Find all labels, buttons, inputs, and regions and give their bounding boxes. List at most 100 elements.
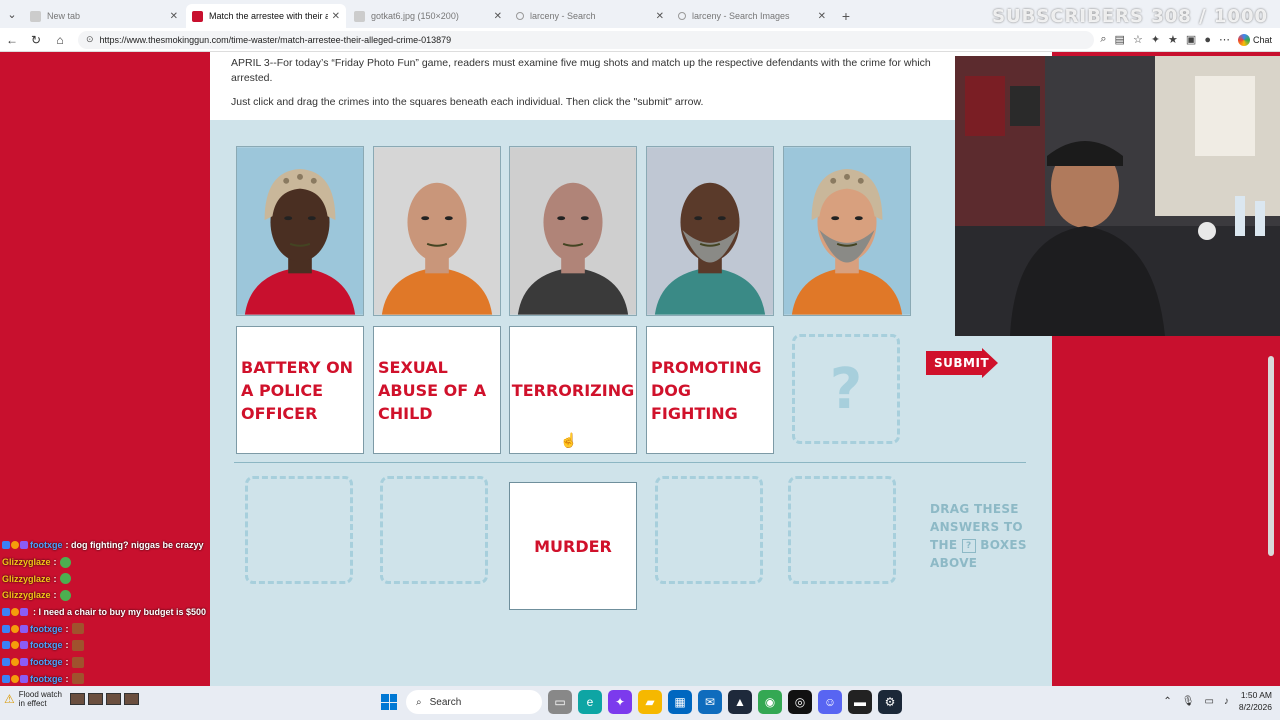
url-field[interactable]: ⊙ https://www.thesmokinggun.com/time-was…: [78, 30, 1095, 49]
search-icon: [678, 12, 686, 20]
tab-label: larceny - Search Images: [692, 11, 790, 21]
store-icon[interactable]: ▦: [668, 690, 692, 714]
site-info-icon[interactable]: ⊙: [86, 34, 94, 45]
chat-label: Chat: [1252, 34, 1272, 45]
reader-icon[interactable]: ▤: [1115, 33, 1125, 46]
collections-icon[interactable]: ▣: [1186, 33, 1196, 46]
chat-badges: [2, 674, 28, 683]
article-content: APRIL 3--For today’s “Friday Photo Fun” …: [210, 52, 1052, 686]
steam-icon[interactable]: ⚙: [878, 690, 902, 714]
chat-username: footxge: [30, 623, 63, 634]
chat-message: Glizzyglaze:: [2, 570, 208, 587]
hand-cursor-icon: ☝: [560, 432, 578, 448]
browser-tab-1[interactable]: New tab ✕: [24, 4, 184, 28]
mugshot-photo: [647, 147, 773, 315]
crime-card-dog-fighting[interactable]: PROMOTING DOG FIGHTING: [646, 326, 774, 454]
tab-label: Match the arrestee with their alleg: [209, 11, 328, 21]
green-emote-icon: [59, 589, 71, 601]
chat-text: : I need a chair to buy my budget is $50…: [33, 607, 207, 618]
chat-username: Glizzyglaze: [2, 573, 51, 584]
chat-badges: [2, 624, 28, 633]
submit-label: SUBMIT: [934, 356, 990, 370]
refresh-icon[interactable]: ↻: [24, 28, 48, 52]
clock-time: 1:50 AM: [1240, 690, 1272, 700]
weather-widget[interactable]: ⚠ Flood watch in effect: [4, 690, 139, 708]
pinned-thumbnails: [69, 693, 139, 705]
crime-card-text: BATTERY ON A POLICE OFFICER: [241, 357, 354, 423]
webcam-overlay: [955, 56, 1280, 336]
tray-overflow-icon[interactable]: ⌃: [1163, 696, 1171, 707]
copilot-app-icon[interactable]: ✦: [608, 690, 632, 714]
answer-slot-4[interactable]: [655, 476, 763, 584]
chat-message: : I need a chair to buy my budget is $50…: [2, 604, 208, 621]
chat-text: :: [65, 640, 69, 651]
new-tab-button[interactable]: +: [834, 4, 858, 28]
tab-label: larceny - Search: [530, 11, 596, 21]
terminal-icon[interactable]: ▬: [848, 690, 872, 714]
favorites-icon[interactable]: ★: [1168, 33, 1178, 46]
chrome-icon[interactable]: ◉: [758, 690, 782, 714]
system-tray: ⌃ 🎙 ▭ ♪ 1:50 AM 8/2/2026: [1163, 689, 1272, 713]
crime-card-text: SEXUAL ABUSE OF A CHILD: [378, 357, 487, 423]
empty-drop-target[interactable]: ?: [792, 334, 900, 444]
search-icon: ⌕: [416, 696, 422, 708]
answer-slot-5[interactable]: [788, 476, 896, 584]
close-tab-icon[interactable]: ✕: [818, 11, 826, 22]
question-mark-icon: ?: [829, 356, 863, 422]
mugshot-3: [509, 146, 637, 316]
volume-icon[interactable]: ♪: [1224, 696, 1229, 707]
article-instructions: Just click and drag the crimes into the …: [231, 96, 704, 108]
chat-username: footxge: [30, 640, 63, 651]
chat-message: footxge:: [2, 620, 208, 637]
profile-avatar-icon[interactable]: ●: [1204, 34, 1211, 46]
back-icon[interactable]: ←: [0, 28, 24, 52]
green-emote-icon: [59, 573, 71, 585]
mugshot-photo: [784, 147, 910, 315]
task-view-icon[interactable]: ▭: [548, 690, 572, 714]
edge-icon[interactable]: e: [578, 690, 602, 714]
file-explorer-icon[interactable]: ▰: [638, 690, 662, 714]
drag-hint: DRAG THESE ANSWERS TO THE ? BOXES ABOVE: [930, 500, 1030, 572]
crime-card-battery[interactable]: BATTERY ON A POLICE OFFICER: [236, 326, 364, 454]
extensions-icon[interactable]: ✦: [1151, 33, 1160, 46]
chat-message: footxge:: [2, 637, 208, 654]
green-emote-icon: [59, 556, 71, 568]
microphone-icon[interactable]: 🎙: [1182, 696, 1195, 707]
browser-tab-3[interactable]: gotkat6.jpg (150×200) ✕: [348, 4, 508, 28]
clock[interactable]: 1:50 AM 8/2/2026: [1239, 689, 1272, 713]
favorite-star-icon[interactable]: ☆: [1133, 33, 1143, 46]
close-tab-icon[interactable]: ✕: [494, 11, 502, 22]
close-tab-icon[interactable]: ✕: [170, 11, 178, 22]
obs-icon[interactable]: ◎: [788, 690, 812, 714]
weather-line-2: in effect: [18, 699, 47, 708]
mugshot-photo: [374, 147, 500, 315]
scrollbar-thumb[interactable]: [1268, 356, 1274, 556]
answer-slot-2[interactable]: [380, 476, 488, 584]
browser-tab-5[interactable]: larceny - Search Images ✕: [672, 4, 832, 28]
launcher-icon[interactable]: ▲: [728, 690, 752, 714]
answer-card-murder[interactable]: MURDER: [509, 482, 637, 610]
close-tab-icon[interactable]: ✕: [332, 11, 340, 22]
tab-actions-menu-icon[interactable]: ⌄: [0, 0, 24, 28]
outlook-icon[interactable]: ✉: [698, 690, 722, 714]
answer-slot-1[interactable]: [245, 476, 353, 584]
close-tab-icon[interactable]: ✕: [656, 11, 664, 22]
browser-tab-2[interactable]: Match the arrestee with their alleg ✕: [186, 4, 346, 28]
chat-message: Glizzyglaze:: [2, 587, 208, 604]
chat-username: footxge: [30, 673, 63, 684]
page-scrollbar[interactable]: [1268, 336, 1276, 686]
discord-icon[interactable]: ☺: [818, 690, 842, 714]
drag-hint-line-1: DRAG THESE ANSWERS TO: [930, 502, 1023, 534]
start-menu-icon[interactable]: [378, 691, 400, 713]
chat-username: Glizzyglaze: [2, 590, 51, 601]
more-menu-icon[interactable]: ⋯: [1219, 33, 1230, 46]
zoom-icon[interactable]: ⌕: [1100, 33, 1106, 46]
taskbar-search-placeholder: Search: [429, 696, 462, 708]
taskbar-search-box[interactable]: ⌕ Search: [406, 690, 542, 714]
browser-tab-4[interactable]: larceny - Search ✕: [510, 4, 670, 28]
copilot-chat-button[interactable]: Chat: [1237, 33, 1272, 46]
crime-card-sexual-abuse[interactable]: SEXUAL ABUSE OF A CHILD: [373, 326, 501, 454]
mugshot-photo: [237, 147, 363, 315]
network-icon[interactable]: ▭: [1204, 696, 1213, 707]
home-icon[interactable]: ⌂: [48, 28, 72, 52]
